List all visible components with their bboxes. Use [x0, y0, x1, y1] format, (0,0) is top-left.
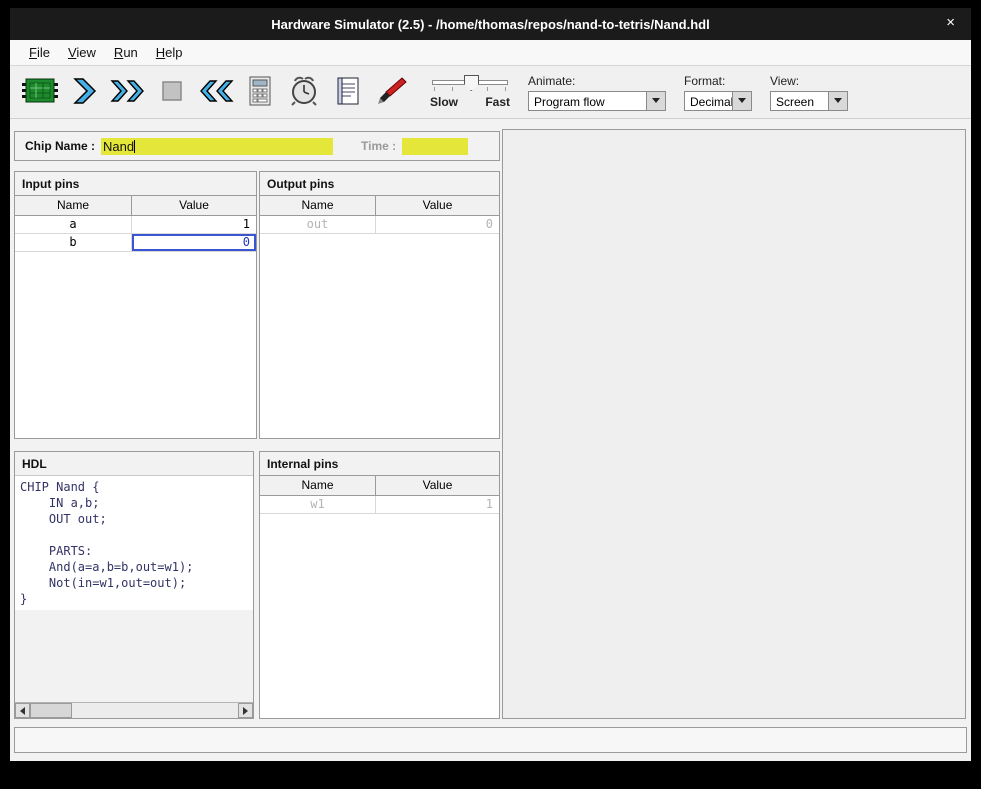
format-label: Format: [684, 74, 752, 88]
scroll-left-button[interactable] [15, 703, 30, 718]
run-icon [110, 77, 146, 108]
view-dropdown-button[interactable] [828, 92, 847, 110]
pin-value: 1 [376, 496, 499, 513]
scrollbar-thumb[interactable] [30, 703, 72, 718]
table-row: w1 1 [260, 496, 499, 514]
animate-value: Program flow [529, 92, 646, 110]
hdl-code: CHIP Nand { IN a,b; OUT out; PARTS: And(… [15, 476, 253, 610]
chevron-down-icon [652, 98, 660, 103]
format-value: Decimal [685, 92, 732, 110]
chevron-down-icon [834, 98, 842, 103]
load-chip-button[interactable] [19, 71, 61, 113]
format-select[interactable]: Decimal [684, 91, 752, 111]
internal-pins-panel: Internal pins Name Value w1 1 [259, 451, 500, 719]
single-step-icon [69, 77, 99, 108]
clear-button[interactable] [371, 71, 413, 113]
eval-button[interactable] [239, 71, 281, 113]
column-header-value: Value [376, 476, 499, 495]
animate-label: Animate: [528, 74, 666, 88]
menu-file[interactable]: File [20, 42, 59, 63]
pin-name: w1 [260, 496, 376, 513]
hdl-panel: HDL CHIP Nand { IN a,b; OUT out; PARTS: … [14, 451, 254, 719]
stop-icon [160, 79, 184, 106]
load-chip-icon [21, 76, 59, 109]
run-button[interactable] [107, 71, 149, 113]
output-pins-title: Output pins [260, 172, 499, 195]
menu-view[interactable]: View [59, 42, 105, 63]
toolbar: Slow Fast Animate: Program flow Format: … [10, 66, 971, 119]
calculator-icon [246, 75, 274, 110]
internal-pins-header: Name Value [260, 475, 499, 496]
app-window: Hardware Simulator (2.5) - /home/thomas/… [10, 8, 971, 761]
slider-slow-label: Slow [430, 95, 458, 109]
table-row: out 0 [260, 216, 499, 234]
chip-name-label: Chip Name : [25, 139, 95, 153]
view-value: Screen [771, 92, 828, 110]
title-bar: Hardware Simulator (2.5) - /home/thomas/… [10, 8, 971, 40]
pin-name: out [260, 216, 376, 233]
scroll-right-button[interactable] [238, 703, 253, 718]
hdl-horizontal-scrollbar[interactable] [15, 702, 253, 718]
column-header-name: Name [260, 476, 376, 495]
single-step-button[interactable] [63, 71, 105, 113]
speed-slider: Slow Fast [430, 75, 510, 109]
time-label: Time : [361, 139, 396, 153]
status-message-bar [14, 727, 967, 753]
column-header-value: Value [132, 196, 256, 215]
view-label: View: [770, 74, 848, 88]
brush-icon [376, 76, 408, 109]
pin-name: a [15, 216, 132, 233]
internal-pins-body: w1 1 [260, 496, 499, 718]
input-pins-title: Input pins [15, 172, 256, 195]
reset-icon [198, 77, 234, 108]
menu-bar: File View Run Help [10, 40, 971, 66]
text-caret [134, 140, 135, 153]
menu-help[interactable]: Help [147, 42, 192, 63]
chevron-down-icon [738, 98, 746, 103]
column-header-name: Name [260, 196, 376, 215]
pin-value[interactable]: 1 [132, 216, 256, 233]
view-hdl-button[interactable] [327, 71, 369, 113]
column-header-value: Value [376, 196, 499, 215]
clock-icon [289, 75, 319, 110]
internal-pins-title: Internal pins [260, 452, 499, 475]
view-select[interactable]: Screen [770, 91, 848, 111]
ticktock-button[interactable] [283, 71, 325, 113]
pin-value: 0 [376, 216, 499, 233]
input-pins-panel: Input pins Name Value a 1 b 0 [14, 171, 257, 439]
output-pins-panel: Output pins Name Value out 0 [259, 171, 500, 439]
stop-button[interactable] [151, 71, 193, 113]
output-pins-body: out 0 [260, 216, 499, 438]
document-icon [335, 76, 361, 109]
animate-select[interactable]: Program flow [528, 91, 666, 111]
chip-name-text: Nand [103, 139, 134, 154]
slider-fast-label: Fast [485, 95, 510, 109]
screen-view-panel [502, 129, 966, 719]
input-pins-header: Name Value [15, 195, 256, 216]
table-row: b 0 [15, 234, 256, 252]
hdl-title: HDL [15, 452, 253, 475]
close-button[interactable]: × [946, 14, 955, 32]
main-area: Chip Name : Nand Time : Input pins Name … [10, 119, 971, 761]
column-header-name: Name [15, 196, 132, 215]
output-pins-header: Name Value [260, 195, 499, 216]
hdl-body: CHIP Nand { IN a,b; OUT out; PARTS: And(… [15, 475, 253, 718]
arrow-left-icon [20, 707, 25, 715]
table-row: a 1 [15, 216, 256, 234]
time-field [402, 138, 468, 155]
menu-run[interactable]: Run [105, 42, 147, 63]
reset-button[interactable] [195, 71, 237, 113]
chip-name-bar: Chip Name : Nand Time : [14, 131, 500, 161]
scrollbar-track[interactable] [30, 703, 238, 718]
format-dropdown-button[interactable] [732, 92, 751, 110]
pin-name: b [15, 234, 132, 251]
animate-dropdown-button[interactable] [646, 92, 665, 110]
pin-value-selected[interactable]: 0 [132, 234, 256, 251]
arrow-right-icon [243, 707, 248, 715]
input-pins-body: a 1 b 0 [15, 216, 256, 438]
chip-name-input[interactable]: Nand [101, 138, 333, 155]
window-title: Hardware Simulator (2.5) - /home/thomas/… [271, 17, 709, 32]
